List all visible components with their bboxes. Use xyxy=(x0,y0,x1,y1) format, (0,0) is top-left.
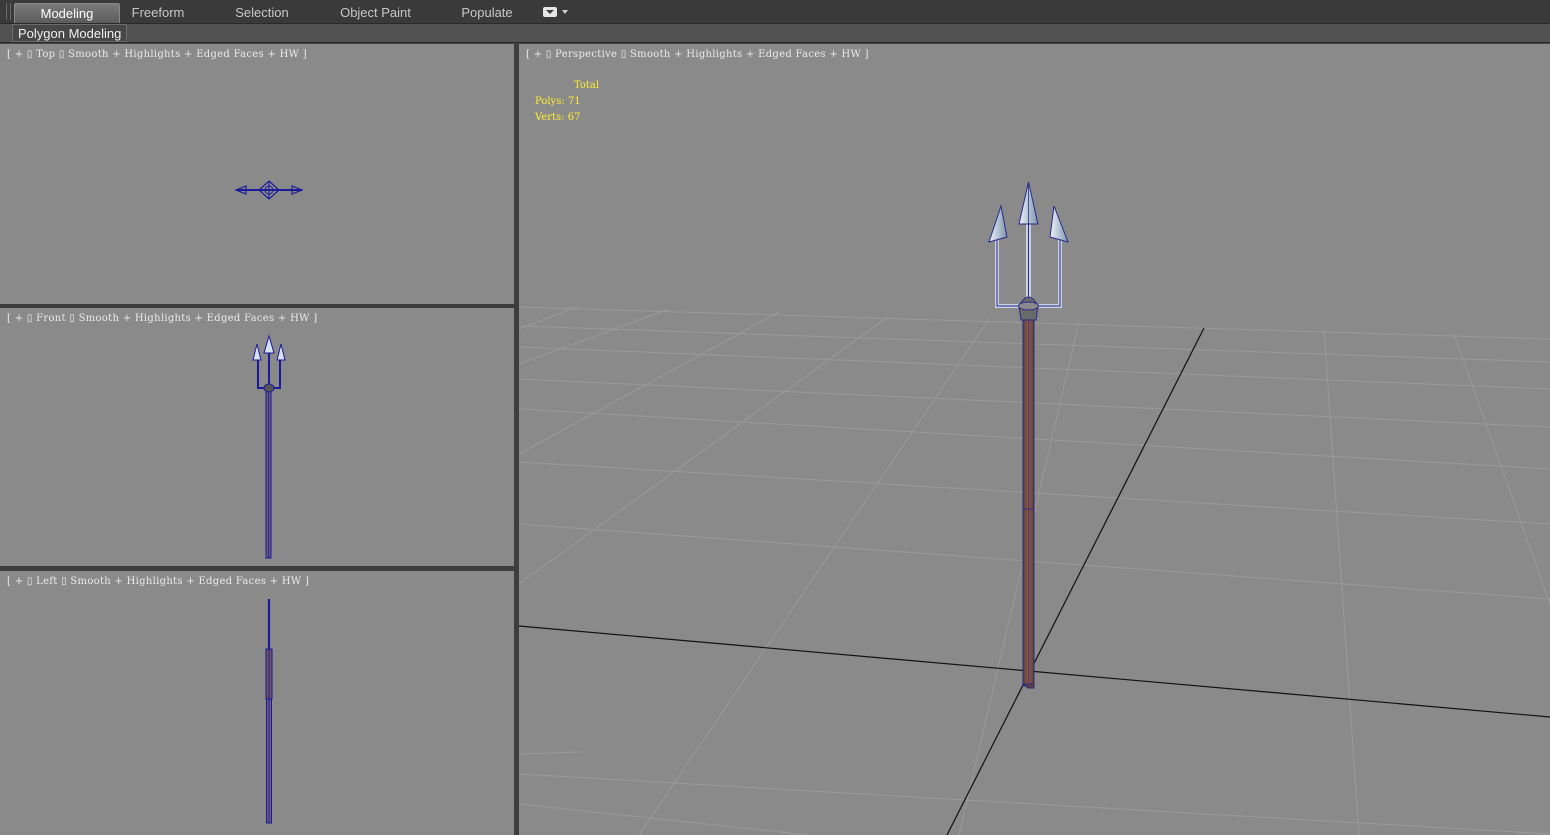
ribbon-display-toggle-button[interactable] xyxy=(543,7,569,19)
tab-selection[interactable]: Selection xyxy=(222,3,302,23)
viewport-perspective[interactable]: [ + ▯ Perspective ▯ Smooth + Highlights … xyxy=(519,44,1550,835)
viewport-front[interactable]: [ + ▯ Front ▯ Smooth + Highlights + Edge… xyxy=(0,308,514,566)
ribbon-display-icon xyxy=(543,7,557,17)
trident-model xyxy=(988,181,1069,689)
ribbon-tab-bar: Modeling Freeform Selection Object Paint… xyxy=(0,0,1550,24)
tab-modeling[interactable]: Modeling xyxy=(14,3,120,23)
perspective-scene[interactable] xyxy=(519,44,1550,835)
trident-left-view[interactable] xyxy=(0,571,514,835)
polygon-modeling-panel-button[interactable]: Polygon Modeling xyxy=(12,24,128,42)
tab-object-paint[interactable]: Object Paint xyxy=(333,3,418,23)
chevron-down-icon xyxy=(562,10,568,14)
viewport-horizontal-splitter[interactable] xyxy=(0,566,514,571)
viewport-left[interactable]: [ + ▯ Left ▯ Smooth + Highlights + Edged… xyxy=(0,571,514,835)
viewport-top[interactable]: [ + ▯ Top ▯ Smooth + Highlights + Edged … xyxy=(0,44,514,304)
viewport-vertical-splitter[interactable] xyxy=(514,44,519,835)
ribbon-panel-bar: Polygon Modeling xyxy=(0,24,1550,43)
tab-populate[interactable]: Populate xyxy=(452,3,522,23)
viewport-horizontal-splitter[interactable] xyxy=(0,304,514,308)
ribbon-grip-handle[interactable] xyxy=(6,3,11,20)
tab-freeform[interactable]: Freeform xyxy=(120,3,196,23)
trident-top-view[interactable] xyxy=(0,44,514,304)
trident-front-view[interactable] xyxy=(0,308,514,566)
